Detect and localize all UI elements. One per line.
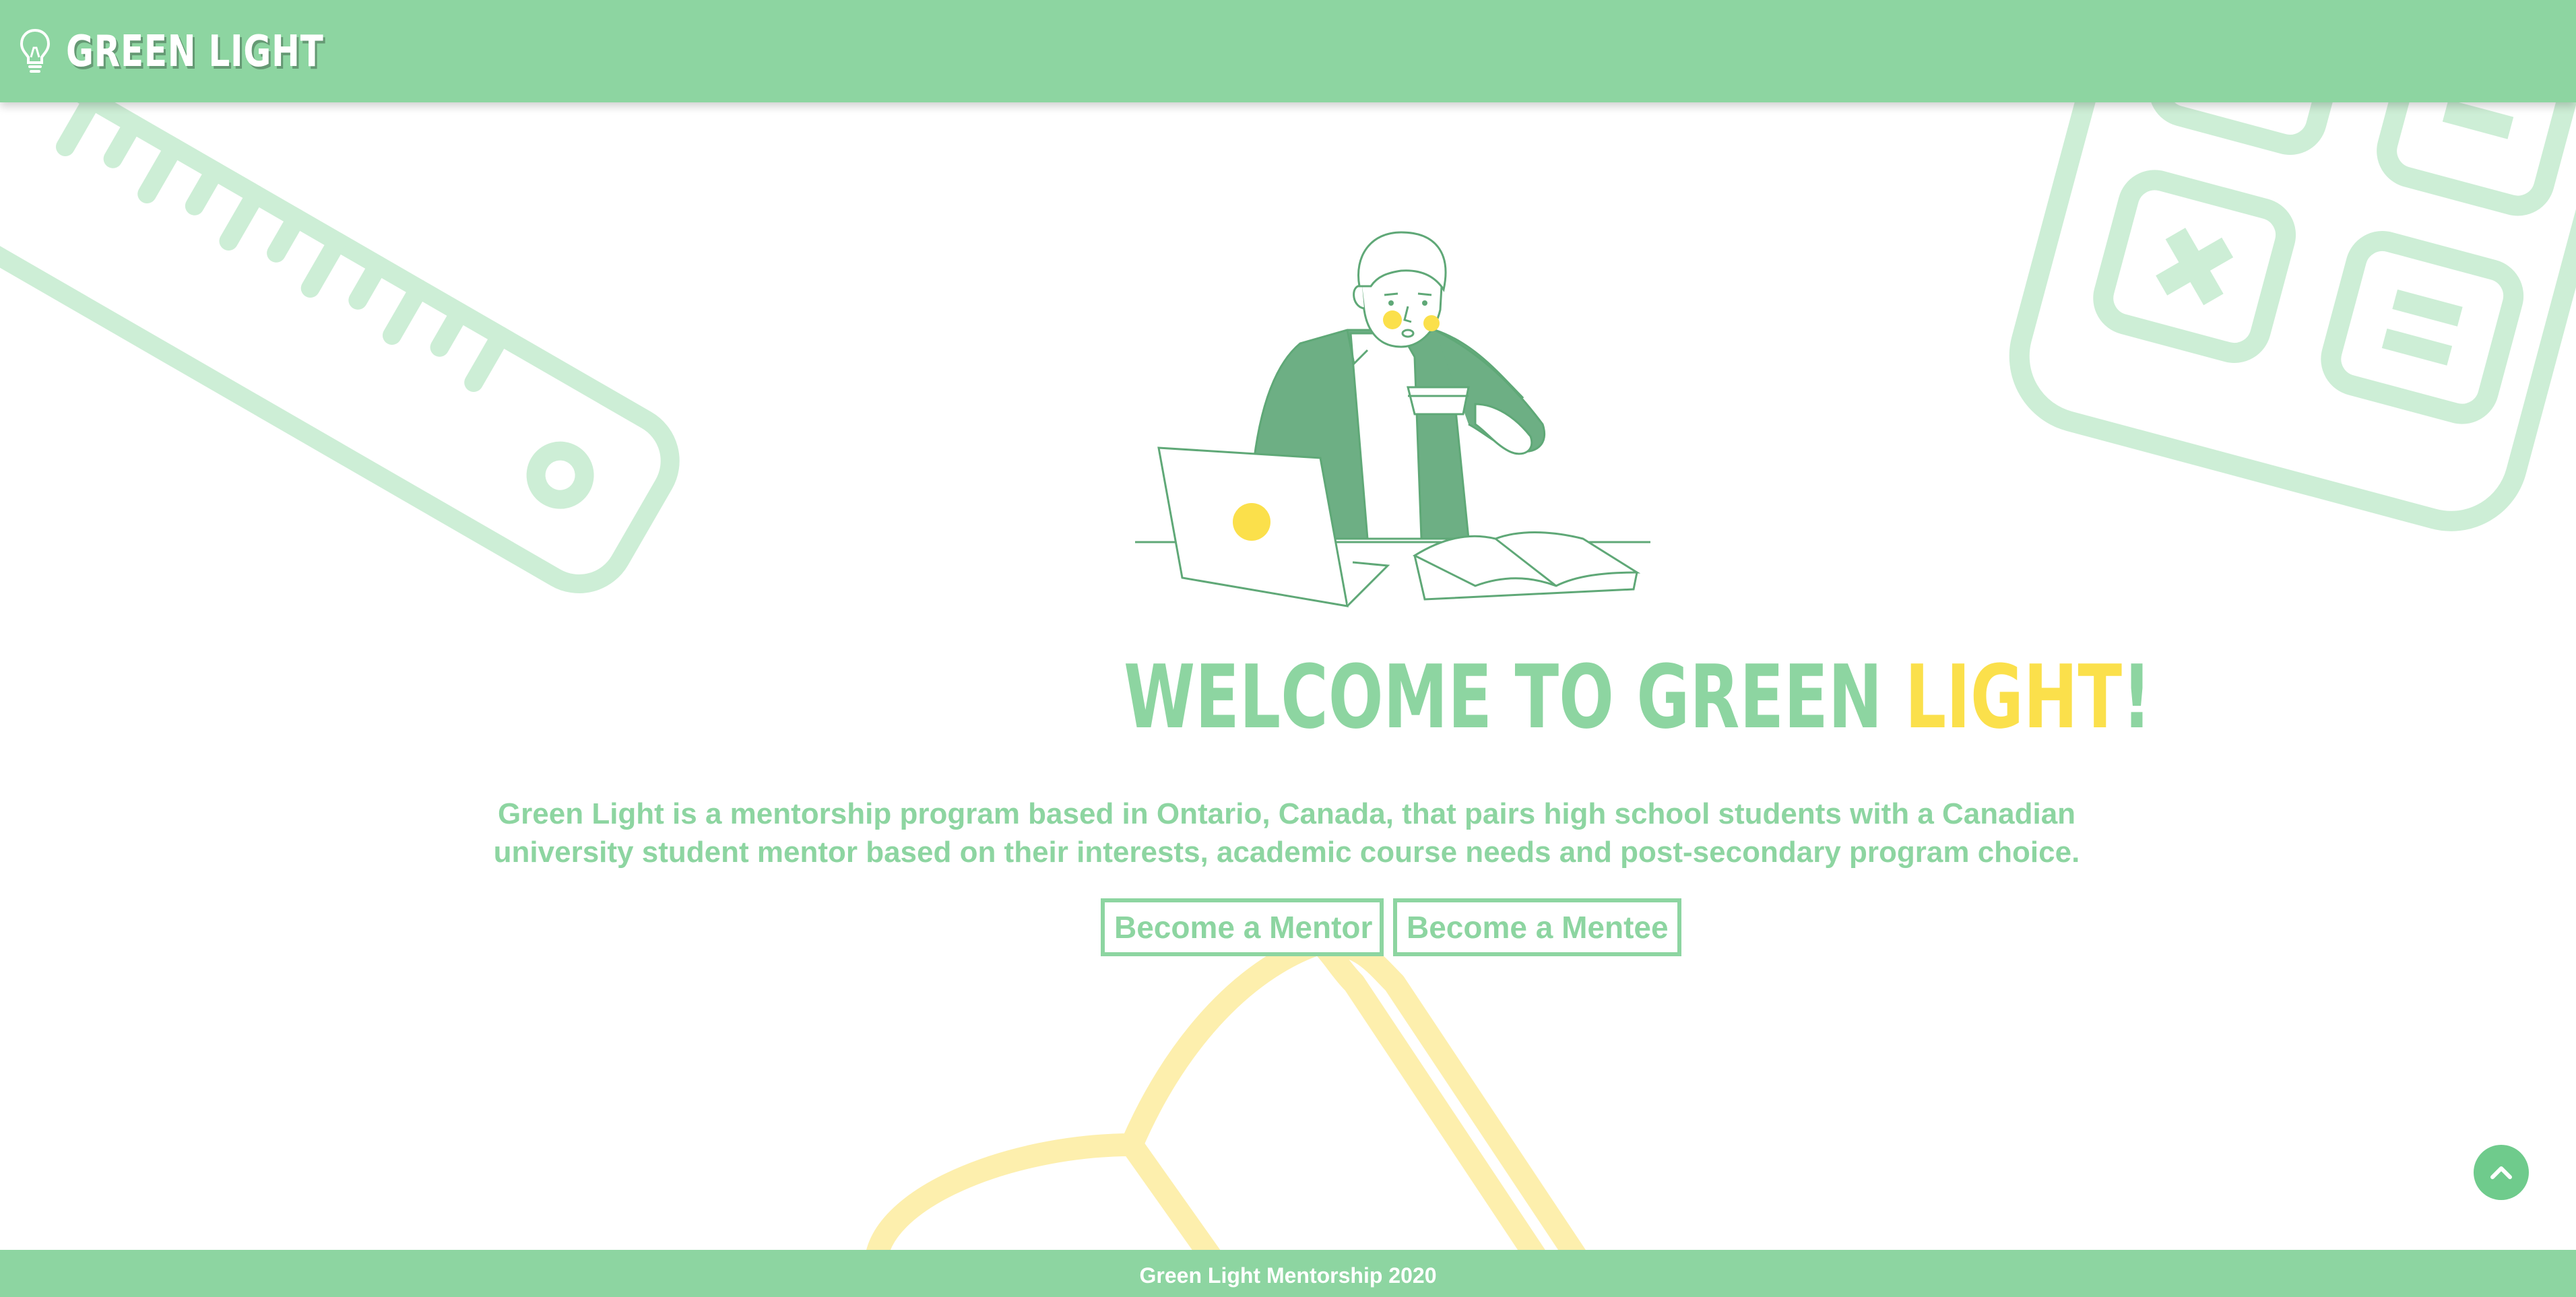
become-mentee-button[interactable]: Become a Mentee — [1393, 898, 1681, 956]
lightbulb-icon — [20, 28, 51, 73]
call-to-action-group: Become a Mentor Become a Mentee — [1101, 898, 1681, 956]
footer: Green Light Mentorship 2020 — [0, 1250, 2576, 1297]
program-description: Green Light is a mentorship program base… — [493, 797, 2080, 869]
student-studying-illustration — [1135, 231, 1650, 607]
footer-copyright: Green Light Mentorship 2020 — [1139, 1263, 1437, 1288]
headline-part-1: Welcome to Green — [1124, 646, 1905, 748]
page: Green Light — [0, 0, 2576, 1297]
brand-home-link[interactable]: Green Light — [19, 15, 396, 89]
headline-part-3: ! — [2122, 646, 2152, 748]
top-navigation-bar: Green Light — [0, 0, 2576, 102]
headline-part-2: Light — [1904, 646, 2123, 748]
back-to-top-button[interactable] — [2474, 1145, 2529, 1200]
welcome-headline: Welcome to Green Light! — [943, 646, 2152, 747]
pencil-icon — [864, 931, 1615, 1297]
brand-name: Green Light — [66, 27, 324, 77]
become-mentor-button[interactable]: Become a Mentor — [1101, 898, 1384, 956]
chevron-up-icon — [2490, 1166, 2512, 1179]
